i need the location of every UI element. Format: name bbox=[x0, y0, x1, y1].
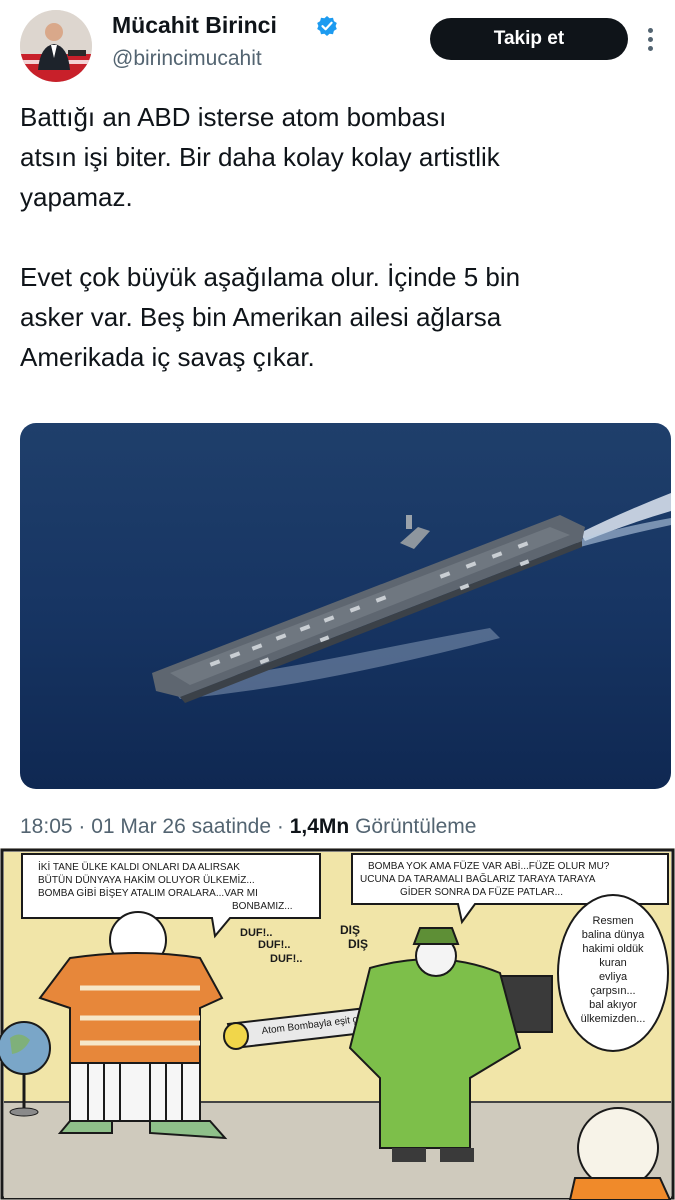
cartoon-bubble-text: UCUNA DA TARAMALI BAĞLARIZ TARAYA TARAYA bbox=[360, 872, 596, 885]
tweet-photo-cartoon[interactable]: İKİ TANE ÜLKE KALDI ONLARI DA ALIRSAK BÜ… bbox=[0, 848, 675, 1200]
cartoon-sfx: DIŞ bbox=[348, 937, 368, 951]
tweet-paragraph: Battığı an ABD isterse atom bombası atsı… bbox=[20, 102, 500, 212]
cartoon-bubble-text: bal akıyor bbox=[589, 999, 637, 1011]
tweet-paragraph: Evet çok büyük aşağılama olur. İçinde 5 … bbox=[20, 262, 521, 372]
cartoon-bubble-text: balina dünya bbox=[582, 929, 645, 941]
tweet-meta: 18:05 · 01 Mar 26 saatinde · 1,4Mn Görün… bbox=[20, 815, 476, 839]
cartoon-bubble-text: hakimi oldük bbox=[582, 943, 644, 955]
view-count-label: Görüntüleme bbox=[355, 815, 477, 838]
cartoon-bubble-text: kuran bbox=[599, 957, 627, 969]
cartoon-bubble-text: evliya bbox=[599, 971, 628, 983]
meta-separator: · bbox=[276, 815, 290, 838]
cartoon-bubble-text: GİDER SONRA DA FÜZE PATLAR... bbox=[400, 885, 563, 898]
more-options-icon[interactable] bbox=[640, 24, 660, 52]
cartoon-bubble-text: BÜTÜN DÜNYAYA HAKİM OLUYOR ÜLKEMİZ... bbox=[38, 873, 255, 886]
tweet-text: Battığı an ABD isterse atom bombası atsı… bbox=[20, 97, 660, 377]
cartoon-sfx: DUF!.. bbox=[258, 939, 290, 951]
follow-button[interactable]: Takip et bbox=[430, 18, 628, 60]
cartoon-bubble-text: İKİ TANE ÜLKE KALDI ONLARI DA ALIRSAK bbox=[38, 860, 240, 873]
tweet-time[interactable]: 18:05 bbox=[20, 815, 73, 838]
tweet-header: Mücahit Birinci @birincimucahit Takip et bbox=[0, 0, 675, 88]
author-handle[interactable]: @birincimucahit bbox=[112, 47, 262, 71]
cartoon-sfx: DIŞ bbox=[340, 923, 360, 937]
tweet-date[interactable]: 01 Mar 26 saatinde bbox=[91, 815, 271, 838]
cartoon-sfx: DUF!.. bbox=[270, 953, 302, 965]
verified-badge-icon bbox=[316, 15, 338, 37]
meta-separator: · bbox=[78, 815, 92, 838]
cartoon-bubble-text: BOMBA GİBİ BİŞEY ATALIM ORALARA...VAR MI bbox=[38, 886, 258, 899]
author-name[interactable]: Mücahit Birinci bbox=[112, 12, 277, 39]
cartoon-bubble-text: çarpsın... bbox=[590, 985, 635, 997]
cartoon-bubble-text: Resmen bbox=[593, 915, 634, 927]
avatar[interactable] bbox=[20, 10, 92, 82]
view-count: 1,4Mn bbox=[289, 815, 350, 838]
cartoon-bubble-text: BONBAMIZ... bbox=[232, 901, 293, 912]
cartoon-bubble-text: BOMBA YOK AMA FÜZE VAR ABİ...FÜZE OLUR M… bbox=[368, 859, 610, 872]
cartoon-sfx: DUF!.. bbox=[240, 927, 272, 939]
cartoon-bubble-text: ülkemizden... bbox=[581, 1013, 646, 1025]
tweet-photo-aircraft-carrier[interactable] bbox=[20, 423, 671, 789]
